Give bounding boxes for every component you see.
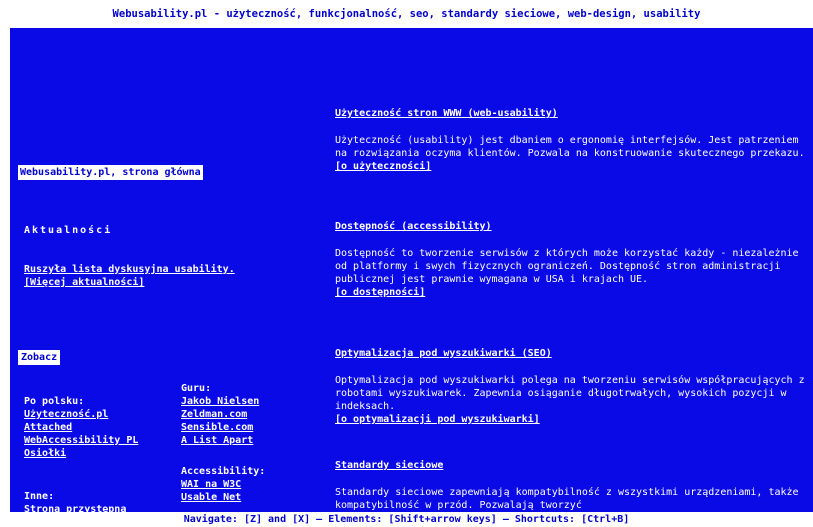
accessibility-links: Accessibility: WAI na W3C Usable Net [181, 465, 265, 504]
link-jakob-nielsen[interactable]: Jakob Nielsen [181, 395, 259, 408]
link-strona-przystepna[interactable]: Strona przystępna [24, 503, 126, 512]
link-attached[interactable]: Attached [24, 421, 138, 434]
polish-links: Po polsku: Użyteczność.pl Attached WebAc… [24, 395, 138, 460]
section-more-link[interactable]: [o dostępności] [335, 286, 809, 299]
link-usable-net[interactable]: Usable Net [181, 491, 265, 504]
section-title[interactable]: Użyteczność stron WWW (web-usability) [335, 107, 809, 120]
news-heading: Aktualności [24, 225, 113, 236]
section-title[interactable]: Optymalizacja pod wyszukiwarki (SEO) [335, 347, 809, 360]
navigation-hint-bar: Navigate: [Z] and [X] — Elements: [Shift… [0, 512, 813, 527]
section-accessibility: Dostępność (accessibility) Dostępność to… [335, 220, 809, 299]
section-body: Optymalizacja pod wyszukiwarki polega na… [335, 375, 805, 412]
section-standards: Standardy sieciowe Standardy sieciowe za… [335, 459, 809, 512]
guru-links: Guru: Jakob Nielsen Zeldman.com Sensible… [181, 382, 259, 447]
section-body: Dostępność to tworzenie serwisów z który… [335, 248, 799, 285]
section-more-link[interactable]: [o użyteczności] [335, 160, 809, 173]
navigation-hint: Navigate: [Z] and [X] — Elements: [Shift… [183, 514, 630, 525]
home-link[interactable]: Webusability.pl, strona główna [18, 165, 203, 180]
section-title[interactable]: Standardy sieciowe [335, 459, 809, 472]
polish-label: Po polsku: [24, 396, 85, 407]
page-title-bar: Webusability.pl - użyteczność, funkcjona… [0, 0, 813, 28]
other-label: Inne: [24, 491, 55, 502]
section-more-link[interactable]: [o optymalizacji pod wyszukiwarki] [335, 413, 809, 426]
news-item-link[interactable]: Ruszyła lista dyskusyjna usability. [24, 263, 235, 276]
section-body: Użyteczność (usability) jest dbaniem o e… [335, 135, 805, 159]
page-title: Webusability.pl - użyteczność, funkcjona… [112, 8, 701, 20]
link-osiolki[interactable]: Osiołki [24, 447, 138, 460]
accessibility-label: Accessibility: [181, 466, 266, 477]
more-news-link[interactable]: [Więcej aktualności] [24, 276, 144, 289]
section-body: Standardy sieciowe zapewniają kompatybil… [335, 487, 799, 511]
section-title[interactable]: Dostępność (accessibility) [335, 220, 809, 233]
section-usability: Użyteczność stron WWW (web-usability) Uż… [335, 107, 809, 173]
link-a-list-apart[interactable]: A List Apart [181, 434, 259, 447]
browser-viewport[interactable]: Webusability.pl, strona główna Aktualnoś… [10, 28, 813, 512]
section-seo: Optymalizacja pod wyszukiwarki (SEO) Opt… [335, 347, 809, 426]
link-wai-w3c[interactable]: WAI na W3C [181, 478, 265, 491]
link-webaccessibility-pl[interactable]: WebAccessibility PL [24, 434, 138, 447]
other-links: Inne: Strona przystępna [24, 490, 126, 512]
link-sensible[interactable]: Sensible.com [181, 421, 259, 434]
guru-label: Guru: [181, 383, 212, 394]
see-heading: Zobacz [18, 350, 61, 365]
link-uzytecznosc-pl[interactable]: Użyteczność.pl [24, 408, 138, 421]
link-zeldman[interactable]: Zeldman.com [181, 408, 259, 421]
